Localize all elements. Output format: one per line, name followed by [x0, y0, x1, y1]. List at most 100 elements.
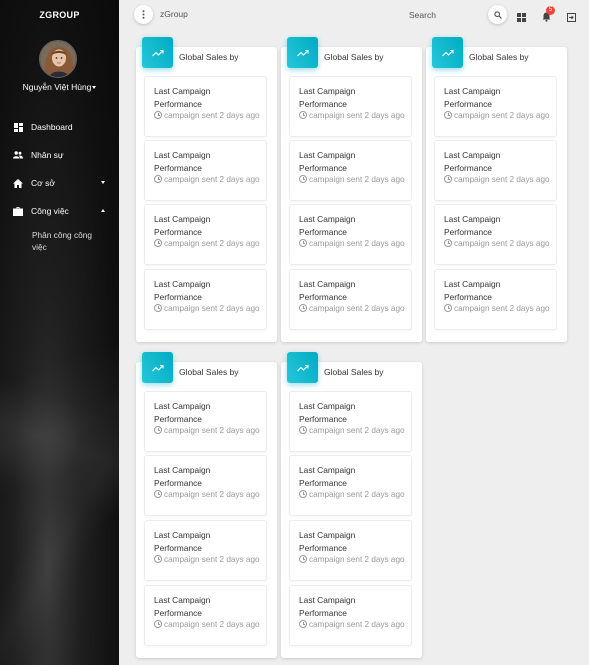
card-header-icon-box	[287, 37, 318, 68]
card-title: Global Sales by	[469, 52, 529, 62]
menu-button[interactable]	[134, 5, 153, 24]
caret-up-icon	[101, 209, 105, 212]
clock-icon	[154, 239, 162, 247]
campaign-item[interactable]: Last Campaign Performance campaign sent 2…	[144, 76, 267, 137]
logout-button[interactable]	[567, 9, 577, 22]
apps-button[interactable]	[517, 9, 527, 22]
campaign-item[interactable]: Last Campaign Performance campaign sent 2…	[434, 76, 557, 137]
campaign-title: Last Campaign Performance	[444, 150, 501, 173]
campaign-time: campaign sent 2 days ago	[309, 111, 405, 120]
sales-card: Global Sales by Last Campaign Performanc…	[426, 37, 567, 342]
campaign-item[interactable]: Last Campaign Performance campaign sent 2…	[289, 269, 412, 330]
sidebar-item-label: Cơ sở	[31, 178, 55, 188]
clock-icon	[444, 239, 452, 247]
sidebar-item-nhan-su[interactable]: Nhân sự	[0, 141, 119, 169]
campaign-item[interactable]: Last Campaign Performance campaign sent 2…	[144, 455, 267, 516]
briefcase-icon	[13, 206, 23, 216]
campaign-title: Last Campaign Performance	[299, 401, 356, 424]
campaign-item[interactable]: Last Campaign Performance campaign sent 2…	[434, 269, 557, 330]
campaign-time: campaign sent 2 days ago	[454, 111, 550, 120]
sales-card: Global Sales by Last Campaign Performanc…	[281, 37, 422, 342]
campaign-item[interactable]: Last Campaign Performance campaign sent 2…	[144, 140, 267, 201]
campaign-title: Last Campaign Performance	[299, 279, 356, 302]
sidebar-item-cong-viec[interactable]: Công việc	[0, 197, 119, 225]
campaign-time: campaign sent 2 days ago	[454, 175, 550, 184]
sidebar-item-label: Công việc	[31, 206, 69, 216]
campaign-item[interactable]: Last Campaign Performance campaign sent 2…	[289, 140, 412, 201]
trending-up-icon	[151, 364, 164, 371]
trending-up-icon	[441, 49, 454, 56]
campaign-time: campaign sent 2 days ago	[164, 111, 260, 120]
campaign-time: campaign sent 2 days ago	[309, 555, 405, 564]
caret-down-icon	[101, 181, 105, 184]
card-title: Global Sales by	[324, 367, 384, 377]
page-title: zGroup	[160, 9, 188, 19]
clock-icon	[299, 175, 307, 183]
campaign-time: campaign sent 2 days ago	[454, 239, 550, 248]
campaign-item[interactable]: Last Campaign Performance campaign sent 2…	[289, 76, 412, 137]
campaign-item[interactable]: Last Campaign Performance campaign sent 2…	[144, 269, 267, 330]
campaign-title: Last Campaign Performance	[154, 530, 211, 553]
campaign-title: Last Campaign Performance	[299, 530, 356, 553]
clock-icon	[444, 175, 452, 183]
campaign-item[interactable]: Last Campaign Performance campaign sent 2…	[434, 204, 557, 265]
search-button[interactable]	[488, 5, 507, 24]
campaign-title: Last Campaign Performance	[154, 595, 211, 618]
clock-icon	[154, 490, 162, 498]
campaign-time: campaign sent 2 days ago	[164, 490, 260, 499]
clock-icon	[154, 426, 162, 434]
campaign-time: campaign sent 2 days ago	[164, 239, 260, 248]
campaign-title: Last Campaign Performance	[154, 214, 211, 237]
campaign-item[interactable]: Last Campaign Performance campaign sent 2…	[289, 520, 412, 581]
campaign-title: Last Campaign Performance	[299, 595, 356, 618]
campaign-title: Last Campaign Performance	[444, 214, 501, 237]
sidebar-nav: Dashboard Nhân sự Cơ sở Công việc Phân c…	[0, 113, 119, 253]
campaign-time: campaign sent 2 days ago	[164, 555, 260, 564]
campaign-item[interactable]: Last Campaign Performance campaign sent 2…	[144, 391, 267, 452]
campaign-title: Last Campaign Performance	[299, 86, 356, 109]
campaign-time: campaign sent 2 days ago	[164, 175, 260, 184]
campaign-item[interactable]: Last Campaign Performance campaign sent 2…	[289, 204, 412, 265]
campaign-item[interactable]: Last Campaign Performance campaign sent 2…	[434, 140, 557, 201]
search-input[interactable]: Search	[409, 10, 436, 20]
clock-icon	[154, 175, 162, 183]
sales-card: Global Sales by Last Campaign Performanc…	[136, 37, 277, 342]
campaign-item[interactable]: Last Campaign Performance campaign sent 2…	[144, 585, 267, 646]
avatar[interactable]	[39, 40, 77, 78]
sidebar-item-co-so[interactable]: Cơ sở	[0, 169, 119, 197]
user-menu[interactable]: Nguyễn Việt Hùng	[0, 82, 119, 92]
campaign-title: Last Campaign Performance	[444, 279, 501, 302]
sidebar-subitem-phan-cong[interactable]: Phân công công việc	[0, 225, 119, 253]
campaign-title: Last Campaign Performance	[154, 150, 211, 173]
clock-icon	[154, 304, 162, 312]
clock-icon	[154, 555, 162, 563]
campaign-time: campaign sent 2 days ago	[309, 239, 405, 248]
apps-icon	[517, 13, 526, 22]
sidebar-item-label: Nhân sự	[31, 150, 64, 160]
campaign-title: Last Campaign Performance	[444, 86, 501, 109]
campaign-item[interactable]: Last Campaign Performance campaign sent 2…	[144, 520, 267, 581]
clock-icon	[444, 304, 452, 312]
campaign-item[interactable]: Last Campaign Performance campaign sent 2…	[144, 204, 267, 265]
home-icon	[13, 178, 23, 188]
logout-icon	[567, 13, 576, 22]
clock-icon	[299, 239, 307, 247]
campaign-title: Last Campaign Performance	[154, 86, 211, 109]
campaign-item[interactable]: Last Campaign Performance campaign sent 2…	[289, 455, 412, 516]
campaign-item[interactable]: Last Campaign Performance campaign sent 2…	[289, 585, 412, 646]
sidebar-item-dashboard[interactable]: Dashboard	[0, 113, 119, 141]
campaign-time: campaign sent 2 days ago	[164, 304, 260, 313]
card-header-icon-box	[432, 37, 463, 68]
sidebar: ZGROUP Nguyễn Việt Hùng Dashboard Nhân s…	[0, 0, 119, 665]
trending-up-icon	[296, 364, 309, 371]
campaign-item[interactable]: Last Campaign Performance campaign sent 2…	[289, 391, 412, 452]
sales-card: Global Sales by Last Campaign Performanc…	[281, 352, 422, 658]
clock-icon	[299, 620, 307, 628]
clock-icon	[154, 620, 162, 628]
brand-logo[interactable]: ZGROUP	[0, 10, 119, 20]
campaign-time: campaign sent 2 days ago	[454, 304, 550, 313]
campaign-time: campaign sent 2 days ago	[309, 620, 405, 629]
clock-icon	[444, 111, 452, 119]
campaign-title: Last Campaign Performance	[154, 279, 211, 302]
people-icon	[13, 150, 23, 160]
